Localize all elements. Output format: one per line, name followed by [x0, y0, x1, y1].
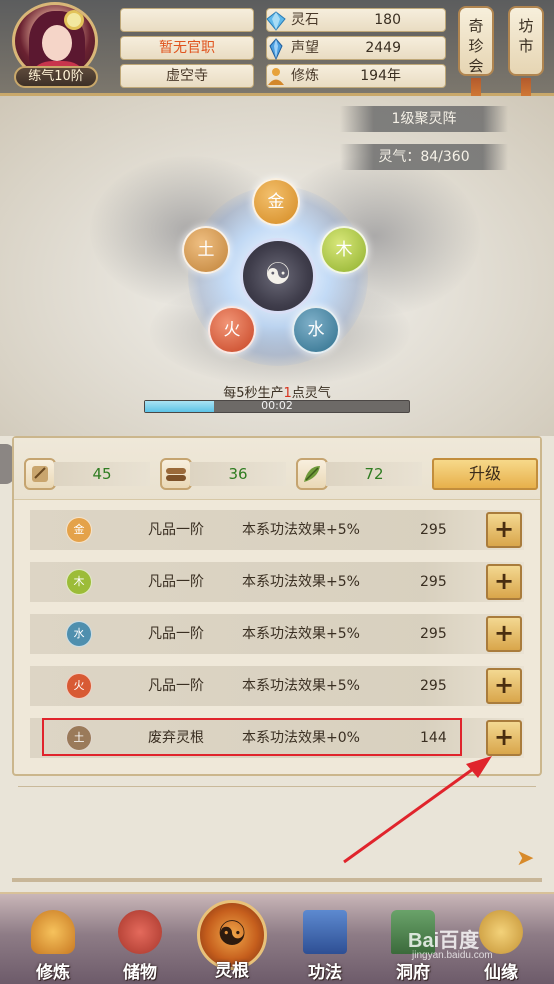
fire-element-icon: 火	[66, 673, 92, 699]
nav-label: 仙缘	[484, 963, 518, 983]
taiji-center-icon[interactable]: ☯	[240, 238, 316, 314]
spirit-root-panel: 45 36 72 升级 金 凡品一阶 本系功法效果+5% 295 + 木 凡品一…	[12, 436, 542, 776]
resource-value: 72	[326, 462, 422, 486]
add-wood-button[interactable]: +	[486, 564, 522, 600]
baidu-watermark: Bai百度	[408, 930, 480, 952]
leaf-herb-icon-svg	[304, 466, 320, 482]
nav-label: 储物	[123, 963, 157, 983]
root-effect: 本系功法效果+5%	[242, 522, 360, 538]
production-progress-bar: 00:02	[144, 399, 410, 413]
element-earth-orb[interactable]: 土	[182, 226, 230, 274]
nav-spirit-root[interactable]: ☯ 灵根	[197, 900, 267, 982]
resource-value: 36	[190, 462, 286, 486]
element-water-orb[interactable]: 水	[292, 306, 340, 354]
root-cost: 295	[420, 522, 447, 538]
herb-scroll-icon-svg	[32, 466, 48, 482]
stat-label: 修炼	[291, 68, 319, 84]
nav-label: 灵根	[215, 961, 249, 981]
wood-log-icon-svg	[166, 468, 186, 481]
fortune-icon	[479, 910, 523, 954]
resource-value: 45	[54, 462, 150, 486]
root-cost: 295	[420, 574, 447, 590]
element-wood-orb[interactable]: 木	[320, 226, 368, 274]
stat-spirit-stone: 灵石 180	[266, 8, 446, 32]
root-cost: 295	[420, 626, 447, 642]
root-grade: 凡品一阶	[148, 522, 204, 538]
metal-element-icon: 金	[66, 517, 92, 543]
add-fire-button[interactable]: +	[486, 668, 522, 704]
red-arrow-annotation	[343, 756, 492, 864]
element-metal-orb[interactable]: 金	[252, 178, 300, 226]
hair-flower-icon	[67, 13, 81, 27]
nav-cultivate[interactable]: 修炼	[18, 904, 88, 984]
nav-label: 功法	[308, 963, 342, 983]
wood-log-icon[interactable]	[160, 458, 192, 490]
storage-bag-icon	[118, 910, 162, 954]
diamond-icon	[266, 11, 286, 31]
stat-value: 2449	[365, 40, 401, 56]
stat-reputation: 声望 2449	[266, 36, 446, 60]
stat-label: 灵石	[291, 12, 319, 28]
root-cost: 295	[420, 678, 447, 694]
stat-cultivation: 修炼 194年	[266, 64, 446, 88]
market-button[interactable]: 坊市	[508, 6, 544, 76]
leaf-herb-icon[interactable]	[296, 458, 328, 490]
array-level-label: 1级聚灵阵	[340, 106, 508, 132]
nav-label: 洞府	[396, 963, 430, 983]
root-effect: 本系功法效果+5%	[242, 678, 360, 694]
element-fire-orb[interactable]: 火	[208, 306, 256, 354]
bottom-rail	[12, 878, 542, 882]
crystal-icon	[269, 38, 283, 60]
manual-book-icon	[303, 910, 347, 954]
player-name-box	[120, 8, 254, 32]
meditate-icon	[268, 68, 284, 85]
stat-value: 194年	[360, 68, 401, 84]
rank-badge: 练气10阶	[14, 66, 98, 88]
add-water-button[interactable]: +	[486, 616, 522, 652]
progress-timer: 00:02	[261, 399, 293, 412]
sect-name-box[interactable]: 虚空寺	[120, 64, 254, 88]
cultivate-icon	[31, 910, 75, 954]
upgrade-button[interactable]: 升级	[432, 458, 538, 490]
stat-value: 180	[374, 12, 401, 28]
stat-label: 声望	[291, 40, 319, 56]
resource-bar: 45 36 72 升级	[14, 438, 540, 500]
spirit-array-stage: 1级聚灵阵 灵气：84/360 ☯ 金 木 水 火 土 每5秒生产1点灵气 00…	[0, 96, 554, 436]
root-grade: 凡品一阶	[148, 574, 204, 590]
official-title-box[interactable]: 暂无官职	[120, 36, 254, 60]
water-element-icon: 水	[66, 621, 92, 647]
top-header: 练气10阶 暂无官职 虚空寺 灵石 180 声望 2449 修炼 194年 奇珍…	[0, 0, 554, 108]
root-grade: 凡品一阶	[148, 626, 204, 642]
root-effect: 本系功法效果+5%	[242, 574, 360, 590]
qi-amount-label: 灵气：84/360	[340, 144, 508, 170]
scroll-right-icon[interactable]: ➤	[516, 848, 540, 872]
spirit-root-row-metal: 金 凡品一阶 本系功法效果+5% 295 +	[30, 510, 524, 550]
treasure-auction-button[interactable]: 奇珍会	[458, 6, 494, 76]
add-metal-button[interactable]: +	[486, 512, 522, 548]
wood-element-icon: 木	[66, 569, 92, 595]
spirit-root-row-wood: 木 凡品一阶 本系功法效果+5% 295 +	[30, 562, 524, 602]
herb-scroll-icon[interactable]	[24, 458, 56, 490]
root-effect: 本系功法效果+5%	[242, 626, 360, 642]
watermark-url: jingyan.baidu.com	[412, 950, 493, 961]
spirit-root-row-water: 水 凡品一阶 本系功法效果+5% 295 +	[30, 614, 524, 654]
avatar-face	[42, 25, 72, 61]
root-grade: 凡品一阶	[148, 678, 204, 694]
nav-storage[interactable]: 储物	[105, 904, 175, 984]
nav-manual[interactable]: 功法	[290, 904, 360, 984]
spirit-root-row-fire: 火 凡品一阶 本系功法效果+5% 295 +	[30, 666, 524, 706]
nav-label: 修炼	[36, 963, 70, 983]
